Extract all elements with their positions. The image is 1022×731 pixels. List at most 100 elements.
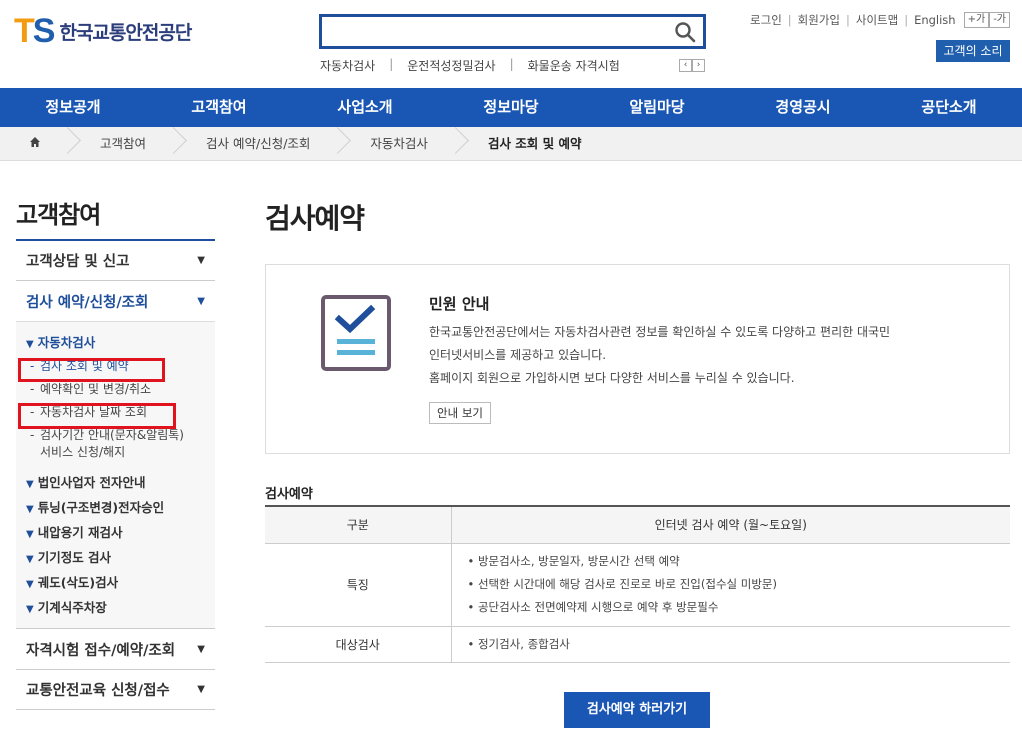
divider: | <box>389 57 394 71</box>
chevron-down-icon: ▼ <box>26 579 34 590</box>
sidebar-menu-counsel[interactable]: 고객상담 및 신고 ▼ <box>16 241 215 281</box>
sidebar: 고객참여 고객상담 및 신고 ▼ 검사 예약/신청/조회 ▼ ▼ 자동차검사 -검… <box>16 195 215 710</box>
chevron-down-icon: ▼ <box>26 504 34 515</box>
submenu-label-line2: 서비스 신청/해지 <box>40 445 126 459</box>
search-icon[interactable] <box>673 20 697 44</box>
feature-item: • 공단검사소 전면예약제 시행으로 예약 후 방문필수 <box>467 600 719 614</box>
submenu-group-track[interactable]: ▼ 궤도(삭도)검사 <box>26 570 205 595</box>
divider: | <box>904 13 909 27</box>
breadcrumb-item-current[interactable]: 검사 조회 및 예약 <box>458 127 612 161</box>
chevron-down-icon: ▼ <box>197 684 205 695</box>
sidebar-submenu: ▼ 자동차검사 - 검사 조회 및 예약 - 예약확인 및 변경/취소 - 자동차검사 … <box>16 321 215 629</box>
submenu-label: 검사 조회 및 예약 <box>40 359 129 373</box>
chevron-right-icon[interactable]: › <box>692 59 705 72</box>
nav-item-info-square[interactable]: 정보마당 <box>438 88 584 127</box>
sidebar-menu-education[interactable]: 교통안전교육 신청/접수 ▼ <box>16 670 215 710</box>
chevron-down-icon: ▼ <box>197 255 205 266</box>
dash-icon: - <box>30 382 35 396</box>
feature-item: • 정기검사, 종합검사 <box>467 636 570 651</box>
reservation-table: 구분 인터넷 검사 예약 (월~토요일) 특징 • 방문검사소, 방문일자, 방… <box>265 505 1010 663</box>
notice-line: 한국교통안전공단에서는 자동차검사관련 정보를 확인하실 수 있도록 다양하고 … <box>429 325 891 339</box>
breadcrumb: 고객참여 검사 예약/신청/조회 자동차검사 검사 조회 및 예약 <box>0 127 1022 161</box>
utility-links: 로그인 | 회원가입 | 사이트맵 | English +가 -가 <box>750 12 1010 28</box>
quick-link-aptitude-test[interactable]: 운전적성정밀검사 <box>407 57 495 74</box>
logo-mark: TS <box>14 12 55 50</box>
notice-line: 인터넷서비스를 제공하고 있습니다. <box>429 348 607 362</box>
chevron-down-icon: ▼ <box>26 554 34 565</box>
submenu-label: 법인사업자 전자안내 <box>37 475 146 490</box>
nav-item-info-disclosure[interactable]: 정보공개 <box>0 88 146 127</box>
search-box <box>319 14 706 49</box>
quick-link-cargo-exam[interactable]: 화물운송 자격시험 <box>528 57 620 74</box>
submenu-label: 자동차검사 날짜 조회 <box>40 405 147 419</box>
table-row-label: 특징 <box>265 543 452 627</box>
english-link[interactable]: English <box>914 13 956 27</box>
chevron-left-icon[interactable]: ‹ <box>679 59 692 72</box>
nav-item-customer[interactable]: 고객참여 <box>146 88 292 127</box>
quick-link-arrows: ‹ › <box>679 59 705 72</box>
guide-view-button[interactable]: 안내 보기 <box>429 402 491 424</box>
font-increase-button[interactable]: +가 <box>963 12 990 28</box>
nav-item-about[interactable]: 공단소개 <box>876 88 1022 127</box>
divider: | <box>509 57 514 71</box>
sidebar-menu-label: 고객상담 및 신고 <box>26 254 130 270</box>
submenu-label: 내압용기 재검사 <box>37 525 123 540</box>
table-header: 인터넷 검사 예약 (월~토요일) <box>451 505 1010 544</box>
chevron-down-icon: ▼ <box>197 295 205 307</box>
notice-text: 한국교통안전공단에서는 자동차검사관련 정보를 확인하실 수 있도록 다양하고 … <box>429 321 989 390</box>
table-row: 대상검사 • 정기검사, 종합검사 <box>265 626 1010 663</box>
logo-name: 한국교통안전공단 <box>59 21 192 44</box>
chevron-down-icon: ▼ <box>197 644 205 655</box>
submenu-item-change-cancel[interactable]: - 예약확인 및 변경/취소 <box>26 378 205 401</box>
submenu-group-tuning[interactable]: ▼ 튜닝(구조변경)전자승인 <box>26 495 205 520</box>
sidebar-menu-label: 자격시험 접수/예약/조회 <box>26 643 176 659</box>
table-row-label: 대상검사 <box>265 626 452 663</box>
divider: | <box>787 13 792 27</box>
search-input[interactable] <box>322 17 662 46</box>
chevron-down-icon: ▼ <box>26 479 34 490</box>
notice-title: 민원 안내 <box>429 295 490 313</box>
header: TS 한국교통안전공단 자동차검사 | 운전적성정밀검사 | 화물운송 자격시험… <box>0 0 1022 88</box>
submenu-item-notification-service[interactable]: - 검사기간 안내(문자&알림톡) 서비스 신청/해지 <box>26 424 205 464</box>
feature-item: • 선택한 시간대에 해당 검사로 진로로 바로 진입(접수실 미방문) <box>467 577 778 591</box>
dash-icon: - <box>30 428 35 442</box>
breadcrumb-item-car-inspection[interactable]: 자동차검사 <box>340 127 458 161</box>
submenu-group-parking[interactable]: ▼ 기계식주차장 <box>26 595 205 620</box>
submenu-group-pressure-vessel[interactable]: ▼ 내압용기 재검사 <box>26 520 205 545</box>
submenu-label: 튜닝(구조변경)전자승인 <box>37 500 165 515</box>
submenu-group-corporate[interactable]: ▼ 법인사업자 전자안내 <box>26 470 205 495</box>
breadcrumb-item-customer[interactable]: 고객참여 <box>70 127 176 161</box>
nav-item-notice[interactable]: 알림마당 <box>584 88 730 127</box>
customer-voice-button[interactable]: 고객의 소리 <box>936 40 1010 62</box>
nav-item-business[interactable]: 사업소개 <box>292 88 438 127</box>
submenu-item-date-inquiry[interactable]: - 자동차검사 날짜 조회 <box>26 401 205 424</box>
submenu-label: 기계식주차장 <box>37 600 107 615</box>
feature-item: • 방문검사소, 방문일자, 방문시간 선택 예약 <box>467 554 680 568</box>
join-link[interactable]: 회원가입 <box>798 12 840 28</box>
sidebar-menu-inspection[interactable]: 검사 예약/신청/조회 ▼ <box>16 281 215 321</box>
sitemap-link[interactable]: 사이트맵 <box>856 12 898 28</box>
breadcrumb-item-inspection[interactable]: 검사 예약/신청/조회 <box>176 127 340 161</box>
submenu-label: 기기정도 검사 <box>37 550 112 565</box>
font-size-controls: +가 -가 <box>963 12 1010 28</box>
checklist-icon <box>321 295 391 371</box>
notice-box: 민원 안내 한국교통안전공단에서는 자동차검사관련 정보를 확인하실 수 있도록… <box>265 264 1010 454</box>
sidebar-menu-label: 검사 예약/신청/조회 <box>26 294 149 311</box>
site-logo[interactable]: TS 한국교통안전공단 <box>14 12 192 50</box>
table-row: 특징 • 방문검사소, 방문일자, 방문시간 선택 예약 • 선택한 시간대에 … <box>265 543 1010 627</box>
submenu-car-inspection[interactable]: ▼ 자동차검사 <box>26 330 205 355</box>
quick-link-car-inspection[interactable]: 자동차검사 <box>320 57 375 74</box>
font-decrease-button[interactable]: -가 <box>989 12 1010 28</box>
section-title: 검사예약 <box>265 487 313 502</box>
table-cell: • 방문검사소, 방문일자, 방문시간 선택 예약 • 선택한 시간대에 해당 … <box>451 543 1010 627</box>
submenu-group-instrument[interactable]: ▼ 기기정도 검사 <box>26 545 205 570</box>
submenu-item-inquiry-reserve[interactable]: - 검사 조회 및 예약 <box>26 355 205 378</box>
dash-icon: - <box>30 359 35 373</box>
sidebar-menu-exam[interactable]: 자격시험 접수/예약/조회 ▼ <box>16 630 215 670</box>
quick-links: 자동차검사 | 운전적성정밀검사 | 화물운송 자격시험 <box>320 57 620 74</box>
login-link[interactable]: 로그인 <box>750 12 782 28</box>
page-title: 검사예약 <box>265 202 365 235</box>
submenu-label: 자동차검사 <box>37 335 96 350</box>
nav-item-management[interactable]: 경영공시 <box>730 88 876 127</box>
go-reservation-button[interactable]: 검사예약 하러가기 <box>564 692 710 728</box>
